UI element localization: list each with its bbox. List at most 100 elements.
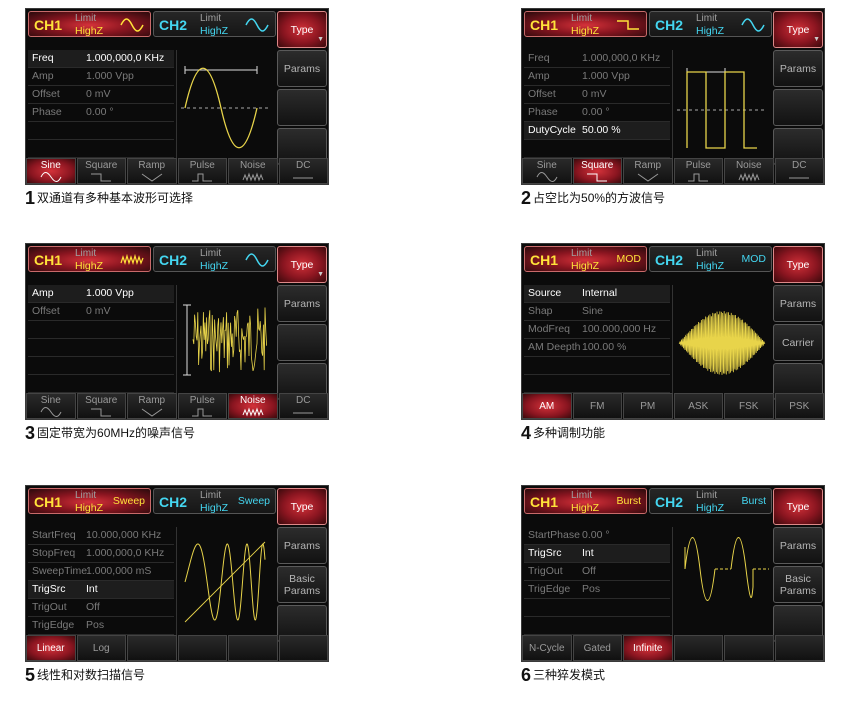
dc-button[interactable]: DC bbox=[774, 158, 824, 184]
basic-params-softkey[interactable]: Basic Params bbox=[277, 566, 327, 603]
sine-button[interactable]: Sine bbox=[26, 393, 76, 419]
param-row-source[interactable]: Source Internal bbox=[524, 285, 670, 303]
dc-line-icon bbox=[789, 177, 810, 179]
dc-button[interactable]: DC bbox=[278, 158, 328, 184]
ask-button[interactable]: ASK bbox=[673, 393, 723, 419]
ch1-name: CH1 bbox=[530, 17, 559, 33]
params-softkey[interactable]: Params bbox=[277, 527, 327, 564]
ncycle-button[interactable]: N-Cycle bbox=[522, 635, 572, 661]
type-softkey[interactable]: Type ▼ bbox=[773, 11, 823, 48]
param-row-phase[interactable]: Phase 0.00 ° bbox=[28, 104, 174, 122]
param-row-freq[interactable]: Freq 1.000,000,0 KHz bbox=[28, 50, 174, 68]
param-row-offset[interactable]: Offset 0 mV bbox=[28, 303, 174, 321]
ch1-tab[interactable]: CH1 Limit HighZ bbox=[524, 11, 647, 37]
am-button[interactable]: AM bbox=[522, 393, 572, 419]
ch1-tab[interactable]: CH1 Limit HighZ bbox=[28, 11, 151, 37]
param-row-amp[interactable]: Amp 1.000 Vpp bbox=[28, 68, 174, 86]
psk-button[interactable]: PSK bbox=[774, 393, 824, 419]
square-button[interactable]: Square bbox=[76, 158, 126, 184]
params-softkey[interactable]: Params bbox=[773, 527, 823, 564]
param-row-offset[interactable]: Offset 0 mV bbox=[524, 86, 670, 104]
ch2-tab[interactable]: CH2 Limit HighZ MOD bbox=[649, 246, 772, 272]
param-row-freq[interactable]: Freq 1.000,000,0 KHz bbox=[524, 50, 670, 68]
param-row-empty bbox=[28, 375, 174, 393]
param-row-phase[interactable]: Phase 0.00 ° bbox=[524, 104, 670, 122]
ch1-tab[interactable]: CH1 Limit HighZ Burst bbox=[524, 488, 647, 514]
pulse-button[interactable]: Pulse bbox=[673, 158, 723, 184]
gated-button[interactable]: Gated bbox=[572, 635, 622, 661]
params-softkey[interactable]: Params bbox=[277, 50, 327, 87]
param-row-trigout[interactable]: TrigOut Off bbox=[28, 599, 174, 617]
basic-params-softkey[interactable]: Basic Params bbox=[773, 566, 823, 603]
param-row-am-depth[interactable]: AM Deepth 100.00 % bbox=[524, 339, 670, 357]
param-row-shape[interactable]: Shap Sine bbox=[524, 303, 670, 321]
dc-line-icon bbox=[293, 412, 314, 414]
empty-softkey[interactable] bbox=[773, 89, 823, 126]
empty-bottom-key[interactable] bbox=[228, 635, 278, 661]
param-row-trigsrc[interactable]: TrigSrc Int bbox=[524, 545, 670, 563]
type-softkey[interactable]: Type bbox=[773, 488, 823, 525]
pm-button[interactable]: PM bbox=[623, 393, 673, 419]
sine-button[interactable]: Sine bbox=[522, 158, 572, 184]
ramp-button[interactable]: Ramp bbox=[623, 158, 673, 184]
param-row-modfreq[interactable]: ModFreq 100.000,000 Hz bbox=[524, 321, 670, 339]
empty-softkey[interactable] bbox=[277, 324, 327, 361]
type-softkey[interactable]: Type bbox=[277, 488, 327, 525]
param-row-startphase[interactable]: StartPhase 0.00 ° bbox=[524, 527, 670, 545]
param-row-stopfreq[interactable]: StopFreq 1.000,000,0 KHz bbox=[28, 545, 174, 563]
ch1-tab[interactable]: CH1 Limit HighZ MOD bbox=[524, 246, 647, 272]
sine-wave-icon bbox=[40, 407, 62, 417]
ch1-tab[interactable]: CH1 Limit HighZ Sweep bbox=[28, 488, 151, 514]
param-row-amp[interactable]: Amp 1.000 Vpp bbox=[28, 285, 174, 303]
empty-bottom-key[interactable] bbox=[127, 635, 177, 661]
pulse-button[interactable]: Pulse bbox=[177, 393, 227, 419]
ch2-tab[interactable]: CH2 Limit HighZ Sweep bbox=[153, 488, 276, 514]
param-row-trigedge[interactable]: TrigEdge Pos bbox=[28, 617, 174, 635]
param-row-trigsrc[interactable]: TrigSrc Int bbox=[28, 581, 174, 599]
params-softkey[interactable]: Params bbox=[277, 285, 327, 322]
empty-bottom-key[interactable] bbox=[177, 635, 227, 661]
infinite-button[interactable]: Infinite bbox=[623, 635, 673, 661]
type-softkey[interactable]: Type ▼ bbox=[277, 11, 327, 48]
param-row-trigout[interactable]: TrigOut Off bbox=[524, 563, 670, 581]
type-softkey[interactable]: Type ▼ bbox=[277, 246, 327, 283]
params-softkey[interactable]: Params bbox=[773, 285, 823, 322]
linear-button[interactable]: Linear bbox=[26, 635, 76, 661]
ch2-tab[interactable]: CH2 Limit HighZ bbox=[153, 246, 276, 272]
ch1-tab[interactable]: CH1 Limit HighZ bbox=[28, 246, 151, 272]
noise-button[interactable]: Noise bbox=[724, 158, 774, 184]
type-softkey[interactable]: Type bbox=[773, 246, 823, 283]
empty-bottom-key[interactable] bbox=[724, 635, 774, 661]
fm-button[interactable]: FM bbox=[572, 393, 622, 419]
dc-button[interactable]: DC bbox=[278, 393, 328, 419]
square-button[interactable]: Square bbox=[572, 158, 622, 184]
pulse-button[interactable]: Pulse bbox=[177, 158, 227, 184]
fsk-button[interactable]: FSK bbox=[724, 393, 774, 419]
waveform-type-bar: Sine Square Ramp Pulse Noise DC bbox=[522, 158, 824, 184]
square-button[interactable]: Square bbox=[76, 393, 126, 419]
param-row-sweeptime[interactable]: SweepTime 1.000,000 mS bbox=[28, 563, 174, 581]
noise-button[interactable]: Noise bbox=[228, 393, 278, 419]
empty-bottom-key[interactable] bbox=[774, 635, 824, 661]
log-button[interactable]: Log bbox=[76, 635, 126, 661]
noise-button[interactable]: Noise bbox=[228, 158, 278, 184]
ramp-button[interactable]: Ramp bbox=[127, 158, 177, 184]
ch2-tab[interactable]: CH2 Limit HighZ bbox=[153, 11, 276, 37]
carrier-softkey[interactable]: Carrier bbox=[773, 324, 823, 361]
param-row-trigedge[interactable]: TrigEdge Pos bbox=[524, 581, 670, 599]
instrument-screen: CH1 Limit HighZ MOD CH2 Limit HighZ MOD … bbox=[521, 243, 825, 420]
sine-button[interactable]: Sine bbox=[26, 158, 76, 184]
param-row-dutycycle[interactable]: DutyCycle 50.00 % bbox=[524, 122, 670, 140]
param-row-amp[interactable]: Amp 1.000 Vpp bbox=[524, 68, 670, 86]
ch2-tab[interactable]: CH2 Limit HighZ Burst bbox=[649, 488, 772, 514]
caption: 1 双通道有多种基本波形可选择 bbox=[25, 188, 194, 208]
ch2-limit: Limit bbox=[696, 13, 718, 24]
empty-softkey[interactable] bbox=[277, 89, 327, 126]
empty-bottom-key[interactable] bbox=[278, 635, 328, 661]
param-row-offset[interactable]: Offset 0 mV bbox=[28, 86, 174, 104]
empty-bottom-key[interactable] bbox=[673, 635, 723, 661]
ramp-button[interactable]: Ramp bbox=[127, 393, 177, 419]
params-softkey[interactable]: Params bbox=[773, 50, 823, 87]
param-row-startfreq[interactable]: StartFreq 10.000,000 KHz bbox=[28, 527, 174, 545]
ch2-tab[interactable]: CH2 Limit HighZ bbox=[649, 11, 772, 37]
